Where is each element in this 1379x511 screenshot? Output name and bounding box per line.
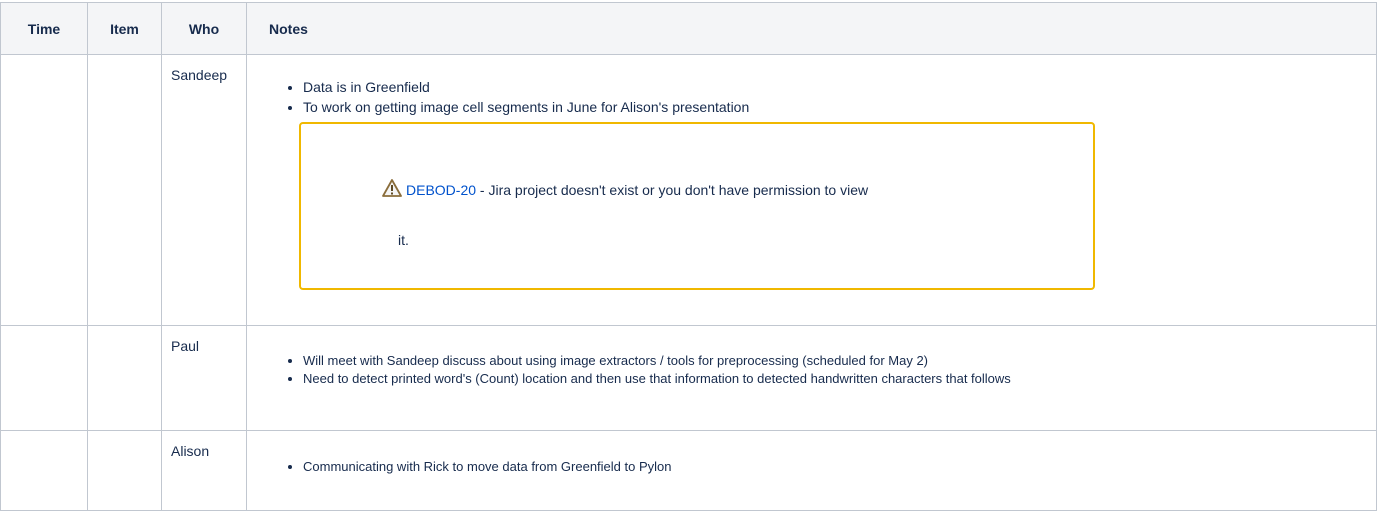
table-header-row: Time Item Who Notes — [0, 2, 1377, 55]
notes-cell: Data is in Greenfield To work on getting… — [246, 54, 1377, 326]
list-item: To work on getting image cell segments i… — [303, 97, 1376, 117]
header-who: Who — [161, 2, 247, 55]
header-notes: Notes — [246, 2, 1377, 55]
header-time: Time — [0, 2, 88, 55]
time-cell — [0, 54, 88, 326]
jira-issue-line: DEBOD-20 - Jira project doesn't exist or… — [382, 179, 868, 198]
time-cell — [0, 430, 88, 511]
item-cell — [87, 325, 162, 431]
jira-issue-link[interactable]: DEBOD-20 — [406, 182, 476, 198]
who-cell: Paul — [161, 325, 247, 431]
jira-message: - Jira project doesn't exist or you don'… — [476, 182, 869, 198]
header-item: Item — [87, 2, 162, 55]
notes-list: Communicating with Rick to move data fro… — [247, 431, 1376, 476]
notes-cell: Will meet with Sandeep discuss about usi… — [246, 325, 1377, 431]
list-item: Data is in Greenfield — [303, 77, 1376, 97]
warning-icon — [382, 179, 402, 197]
list-item: Need to detect printed word's (Count) lo… — [303, 370, 1376, 388]
item-cell — [87, 54, 162, 326]
who-cell: Alison — [161, 430, 247, 511]
item-cell — [87, 430, 162, 511]
notes-list: Data is in Greenfield To work on getting… — [247, 55, 1376, 117]
list-item: Communicating with Rick to move data fro… — [303, 458, 1376, 476]
who-cell: Sandeep — [161, 54, 247, 326]
time-cell — [0, 325, 88, 431]
jira-issue-panel: DEBOD-20 - Jira project doesn't exist or… — [299, 122, 1095, 290]
table-row: Sandeep Data is in Greenfield To work on… — [0, 54, 1377, 326]
table-row: Alison Communicating with Rick to move d… — [0, 430, 1377, 511]
meeting-notes-table: Time Item Who Notes Sandeep Data is in G… — [0, 2, 1377, 511]
notes-list: Will meet with Sandeep discuss about usi… — [247, 326, 1376, 388]
list-item: Will meet with Sandeep discuss about usi… — [303, 352, 1376, 370]
notes-cell: Communicating with Rick to move data fro… — [246, 430, 1377, 511]
table-row: Paul Will meet with Sandeep discuss abou… — [0, 325, 1377, 431]
jira-message-continued: it. — [398, 232, 409, 248]
